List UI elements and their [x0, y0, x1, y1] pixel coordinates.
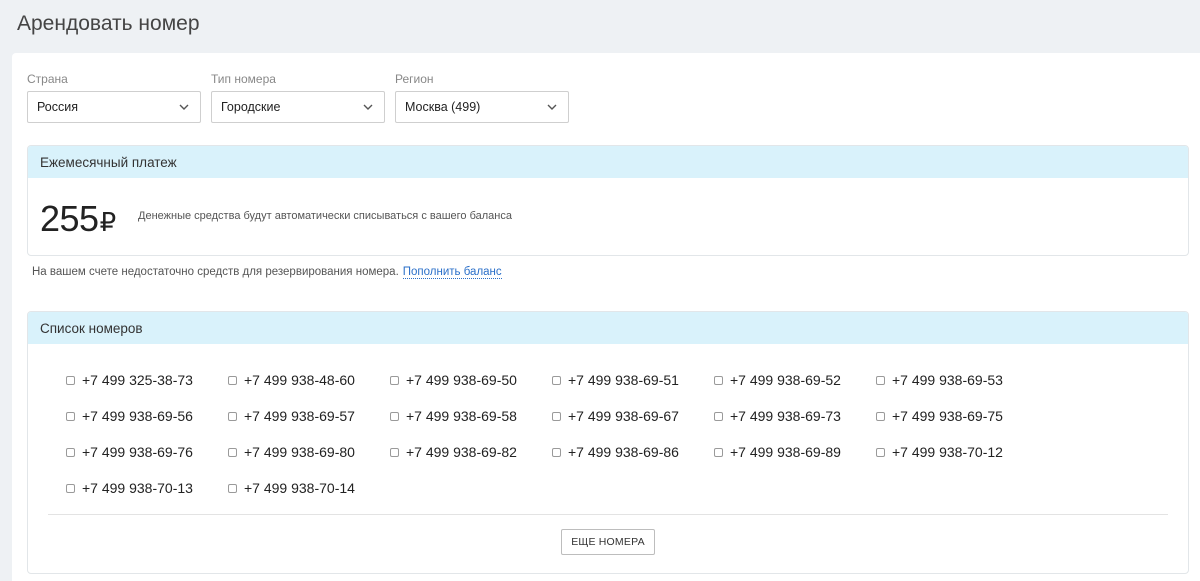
type-select-value: Городские	[221, 100, 281, 114]
number-option[interactable]: +7 499 938-70-14	[228, 480, 355, 496]
number-checkbox[interactable]	[66, 375, 75, 385]
number-checkbox[interactable]	[390, 375, 399, 385]
number-checkbox[interactable]	[228, 411, 237, 421]
divider	[48, 514, 1168, 515]
number-option[interactable]: +7 499 938-69-67	[552, 408, 679, 424]
phone-number: +7 499 938-69-67	[568, 408, 679, 424]
phone-number: +7 499 325-38-73	[82, 372, 193, 388]
phone-number: +7 499 938-69-86	[568, 444, 679, 460]
payment-note: Денежные средства будут автоматически сп…	[138, 210, 512, 222]
country-label: Страна	[27, 72, 68, 86]
number-checkbox[interactable]	[714, 447, 723, 457]
phone-number: +7 499 938-70-13	[82, 480, 193, 496]
type-label: Тип номера	[211, 72, 276, 86]
region-label: Регион	[395, 72, 434, 86]
number-checkbox[interactable]	[876, 447, 885, 457]
balance-warning: На вашем счете недостаточно средств для …	[32, 266, 502, 279]
number-checkbox[interactable]	[876, 411, 885, 421]
region-select-value: Москва (499)	[405, 100, 481, 114]
phone-number: +7 499 938-69-89	[730, 444, 841, 460]
number-checkbox[interactable]	[714, 411, 723, 421]
number-checkbox[interactable]	[552, 375, 561, 385]
phone-number: +7 499 938-69-50	[406, 372, 517, 388]
number-option[interactable]: +7 499 938-69-80	[228, 444, 355, 460]
number-option[interactable]: +7 499 938-69-58	[390, 408, 517, 424]
number-checkbox[interactable]	[390, 447, 399, 457]
number-checkbox[interactable]	[66, 483, 75, 493]
phone-number: +7 499 938-70-14	[244, 480, 355, 496]
price-value: 255	[40, 198, 99, 239]
phone-number: +7 499 938-69-52	[730, 372, 841, 388]
phone-number: +7 499 938-69-76	[82, 444, 193, 460]
page-title: Арендовать номер	[17, 12, 200, 35]
phone-number: +7 499 938-69-80	[244, 444, 355, 460]
type-select[interactable]: Городские	[211, 91, 385, 123]
chevron-down-icon	[547, 104, 557, 110]
number-option[interactable]: +7 499 938-69-73	[714, 408, 841, 424]
phone-number: +7 499 938-69-73	[730, 408, 841, 424]
number-option[interactable]: +7 499 938-69-82	[390, 444, 517, 460]
numbers-panel: Список номеров +7 499 325-38-73 +7 499 93…	[27, 311, 1189, 574]
region-select[interactable]: Москва (499)	[395, 91, 569, 123]
phone-number: +7 499 938-69-57	[244, 408, 355, 424]
number-option[interactable]: +7 499 938-48-60	[228, 372, 355, 388]
number-option[interactable]: +7 499 938-69-86	[552, 444, 679, 460]
chevron-down-icon	[363, 104, 373, 110]
number-checkbox[interactable]	[66, 411, 75, 421]
phone-number: +7 499 938-69-56	[82, 408, 193, 424]
phone-number: +7 499 938-70-12	[892, 444, 1003, 460]
phone-number: +7 499 938-69-51	[568, 372, 679, 388]
number-option[interactable]: +7 499 938-69-57	[228, 408, 355, 424]
number-option[interactable]: +7 499 938-69-89	[714, 444, 841, 460]
number-checkbox[interactable]	[228, 447, 237, 457]
more-numbers-button[interactable]: ЕЩЕ НОМЕРА	[561, 529, 655, 555]
number-checkbox[interactable]	[552, 447, 561, 457]
payment-panel: Ежемесячный платеж 255₽ Денежные средств…	[27, 145, 1189, 256]
number-checkbox[interactable]	[714, 375, 723, 385]
top-up-link[interactable]: Пополнить баланс	[402, 266, 502, 279]
number-checkbox[interactable]	[228, 375, 237, 385]
number-option[interactable]: +7 499 938-69-53	[876, 372, 1003, 388]
main-card: Страна Россия Тип номера Городские Регио…	[12, 53, 1200, 581]
number-option[interactable]: +7 499 938-70-12	[876, 444, 1003, 460]
number-checkbox[interactable]	[66, 447, 75, 457]
payment-header: Ежемесячный платеж	[28, 146, 1188, 178]
number-checkbox[interactable]	[228, 483, 237, 493]
number-option[interactable]: +7 499 938-69-51	[552, 372, 679, 388]
currency-symbol: ₽	[99, 207, 117, 237]
number-option[interactable]: +7 499 325-38-73	[66, 372, 193, 388]
phone-number: +7 499 938-48-60	[244, 372, 355, 388]
phone-number: +7 499 938-69-53	[892, 372, 1003, 388]
number-option[interactable]: +7 499 938-69-50	[390, 372, 517, 388]
chevron-down-icon	[179, 104, 189, 110]
number-option[interactable]: +7 499 938-69-56	[66, 408, 193, 424]
number-option[interactable]: +7 499 938-69-75	[876, 408, 1003, 424]
phone-number: +7 499 938-69-58	[406, 408, 517, 424]
number-option[interactable]: +7 499 938-70-13	[66, 480, 193, 496]
number-checkbox[interactable]	[876, 375, 885, 385]
balance-warning-text: На вашем счете недостаточно средств для …	[32, 266, 399, 278]
phone-number: +7 499 938-69-82	[406, 444, 517, 460]
number-checkbox[interactable]	[390, 411, 399, 421]
country-select-value: Россия	[37, 100, 78, 114]
price-amount: 255₽	[40, 198, 116, 240]
number-option[interactable]: +7 499 938-69-52	[714, 372, 841, 388]
country-select[interactable]: Россия	[27, 91, 201, 123]
number-option[interactable]: +7 499 938-69-76	[66, 444, 193, 460]
numbers-header: Список номеров	[28, 312, 1188, 344]
number-checkbox[interactable]	[552, 411, 561, 421]
phone-number: +7 499 938-69-75	[892, 408, 1003, 424]
